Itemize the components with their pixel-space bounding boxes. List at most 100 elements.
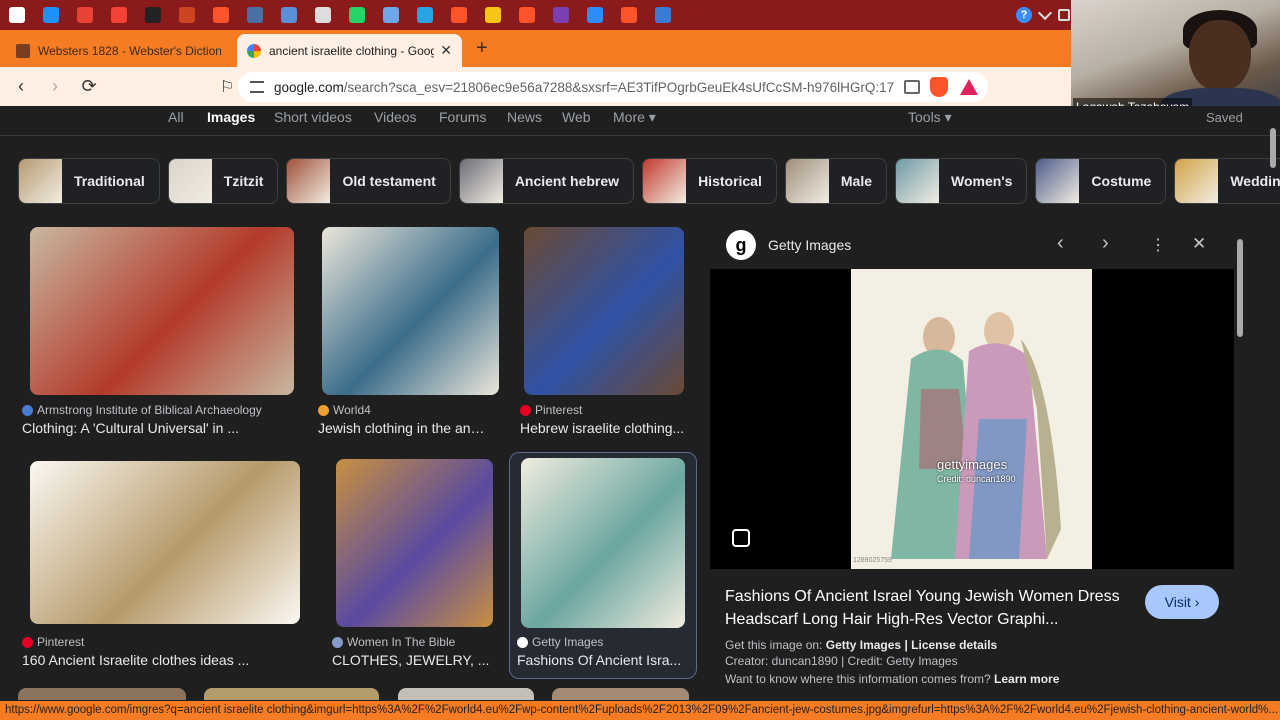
preview-image[interactable]: gettyimages Credit: duncan1890 128902575… (851, 269, 1092, 569)
result-caption[interactable]: Hebrew israelite clothing... (520, 420, 684, 436)
page-scrollbar[interactable] (1268, 118, 1278, 698)
source-favicon-icon (520, 404, 531, 416)
next-icon[interactable]: › (1102, 232, 1109, 255)
reload-button[interactable]: ⟳ (76, 74, 102, 100)
result-caption[interactable]: Fashions Of Ancient Isra... (517, 652, 681, 668)
partial-result-image[interactable] (552, 688, 689, 700)
telegram-icon[interactable] (417, 7, 433, 23)
result-caption[interactable]: Jewish clothing in the anc... (318, 420, 488, 436)
result-source[interactable]: Women In The Bible (332, 635, 455, 649)
result-source[interactable]: Armstrong Institute of Biblical Archaeol… (22, 403, 262, 417)
learn-more-link[interactable]: Learn more (994, 672, 1059, 686)
share-icon[interactable] (904, 80, 920, 94)
result-caption[interactable]: Clothing: A 'Cultural Universal' in ... (22, 420, 239, 436)
preview-header: g Getty Images ‹ › ⋮ ✕ (710, 224, 1245, 268)
tab-more[interactable]: More ▾ (613, 109, 656, 126)
forward-button[interactable]: › (42, 74, 68, 100)
tab-images[interactable]: Images (207, 109, 255, 125)
tab-short-videos[interactable]: Short videos (274, 109, 352, 125)
app-icon[interactable] (655, 7, 671, 23)
terminal-icon[interactable] (145, 7, 161, 23)
brave-rewards-icon[interactable] (960, 79, 978, 95)
result-source[interactable]: Getty Images (517, 635, 603, 649)
windows-start-icon[interactable] (9, 7, 25, 23)
chip-old-testament[interactable]: Old testament (286, 158, 451, 204)
tools-button[interactable]: Tools ▾ (908, 109, 952, 126)
app-icon[interactable] (179, 7, 195, 23)
edge-icon[interactable] (43, 7, 59, 23)
result-source[interactable]: Pinterest (520, 403, 582, 417)
result-source[interactable]: World4 (318, 403, 371, 417)
chip-costume[interactable]: Costume (1035, 158, 1167, 204)
chip-tzitzit[interactable]: Tzitzit (167, 158, 279, 204)
result-thumbnail[interactable] (524, 227, 684, 395)
result-source[interactable]: Pinterest (22, 635, 84, 649)
result-thumbnail[interactable] (322, 227, 499, 395)
preview-title[interactable]: Fashions Of Ancient Israel Young Jewish … (725, 585, 1135, 631)
chip-male[interactable]: Male (784, 158, 887, 204)
result-thumbnail[interactable] (336, 459, 493, 627)
onenote-icon[interactable] (553, 7, 569, 23)
previous-icon[interactable]: ‹ (1057, 232, 1064, 255)
tab-forums[interactable]: Forums (439, 109, 486, 125)
license-details-link[interactable]: License details (911, 638, 997, 652)
photos-icon[interactable] (281, 7, 297, 23)
chip-women-s[interactable]: Women's (895, 158, 1028, 204)
result-thumbnail[interactable] (30, 227, 294, 395)
help-icon[interactable]: ? (1016, 7, 1032, 23)
visit-button[interactable]: Visit › (1145, 585, 1219, 619)
settings-icon[interactable] (315, 7, 331, 23)
source-favicon-icon (318, 404, 329, 416)
partial-result-image[interactable] (398, 688, 534, 700)
close-icon[interactable]: ✕ (1192, 234, 1206, 254)
creator-line: Creator: duncan1890 | Credit: Getty Imag… (725, 654, 958, 668)
preview-image-frame[interactable]: gettyimages Credit: duncan1890 128902575… (710, 269, 1234, 569)
bookmark-icon[interactable]: ⚐ (214, 74, 240, 100)
zoom-icon[interactable] (587, 7, 603, 23)
chevron-down-icon[interactable] (1037, 5, 1053, 20)
chip-ancient-hebrew[interactable]: Ancient hebrew (458, 158, 635, 204)
chip-thumbnail (287, 159, 331, 203)
partial-result-image[interactable] (204, 688, 379, 700)
brave-icon[interactable] (621, 7, 637, 23)
partial-result-image[interactable] (18, 688, 186, 700)
chrome-icon[interactable] (77, 7, 93, 23)
result-caption[interactable]: 160 Ancient Israelite clothes ideas ... (22, 652, 249, 668)
preview-site-name[interactable]: Getty Images (768, 237, 851, 253)
getty-link[interactable]: Getty Images (826, 638, 901, 652)
tab-all[interactable]: All (168, 109, 184, 125)
tab-web[interactable]: Web (562, 109, 591, 125)
brave-shields-icon[interactable] (930, 77, 948, 97)
panel-scrollbar[interactable] (1234, 224, 1246, 694)
tab-websters[interactable]: Websters 1828 - Webster's Dictionar (6, 34, 231, 67)
result-caption[interactable]: CLOTHES, JEWELRY, ... (332, 652, 489, 668)
tab-google-search[interactable]: ancient israelite clothing - Goog ✕ (237, 34, 462, 67)
new-tab-button[interactable]: + (476, 37, 488, 60)
brave-icon[interactable] (519, 7, 535, 23)
whatsapp-icon[interactable] (349, 7, 365, 23)
more-options-icon[interactable]: ⋮ (1150, 235, 1166, 255)
saved-link[interactable]: Saved (1206, 110, 1243, 125)
google-lens-icon[interactable] (732, 529, 750, 547)
close-tab-icon[interactable]: ✕ (440, 42, 452, 59)
chip-thumbnail (1036, 159, 1080, 203)
source-favicon-icon (22, 636, 33, 648)
site-info-icon[interactable] (250, 81, 264, 93)
result-thumbnail[interactable] (30, 461, 300, 624)
paint-icon[interactable] (111, 7, 127, 23)
chip-traditional[interactable]: Traditional (18, 158, 160, 204)
brave-icon[interactable] (213, 7, 229, 23)
tab-videos[interactable]: Videos (374, 109, 417, 125)
back-button[interactable]: ‹ (8, 74, 34, 100)
brave-icon[interactable] (451, 7, 467, 23)
notepad-icon[interactable] (383, 7, 399, 23)
chip-historical[interactable]: Historical (642, 158, 777, 204)
tab-title: Websters 1828 - Webster's Dictionar (38, 43, 221, 58)
restore-icon[interactable] (1058, 9, 1070, 21)
chip-wedding[interactable]: Wedding (1174, 158, 1280, 204)
result-thumbnail[interactable] (521, 458, 685, 628)
address-bar[interactable]: google.com/search?sca_esv=21806ec9e56a72… (238, 72, 988, 102)
tab-news[interactable]: News (507, 109, 542, 125)
calculator-icon[interactable] (247, 7, 263, 23)
folder-icon[interactable] (485, 7, 501, 23)
